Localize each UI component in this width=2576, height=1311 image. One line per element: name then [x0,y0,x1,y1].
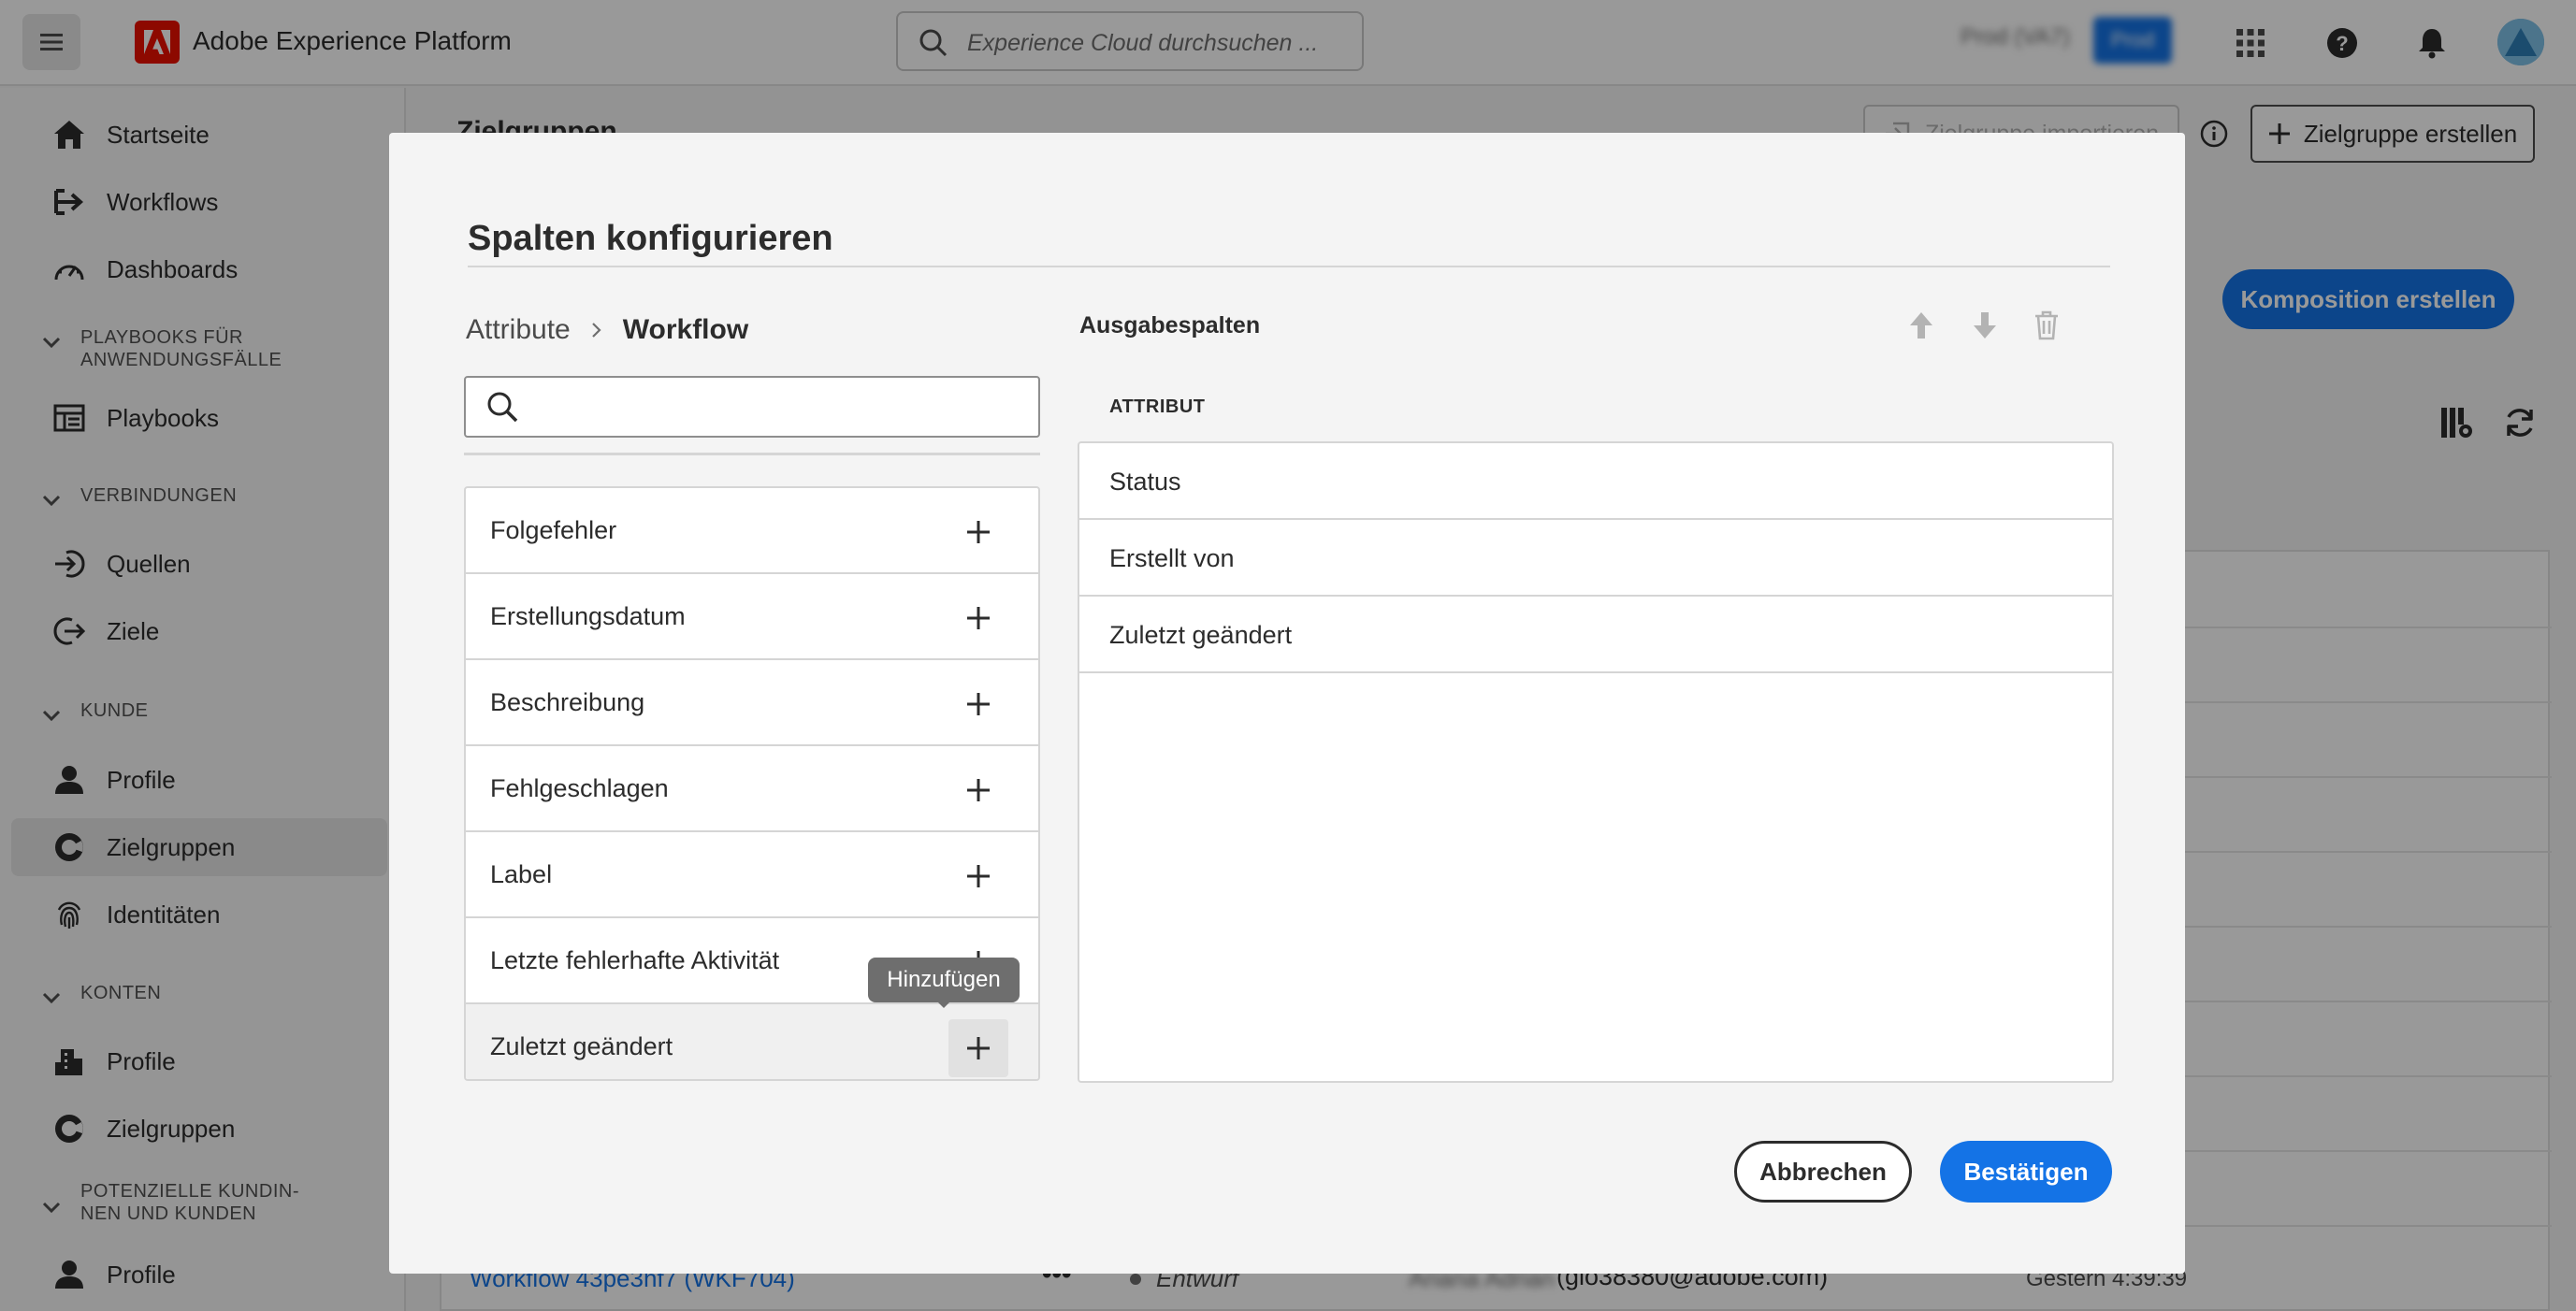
search-underline [464,453,1040,455]
add-attribute-button[interactable] [948,675,1008,733]
attribute-label: Folgefehler [490,516,617,544]
output-column-header: ATTRIBUT [1109,396,1206,417]
breadcrumb: Attribute Workflow [466,314,748,346]
confirm-button[interactable]: Bestätigen [1940,1141,2112,1203]
breadcrumb-attribute[interactable]: Attribute [466,314,571,346]
tooltip-arrow [936,1001,951,1008]
attribute-row[interactable]: Fehlgeschlagen [466,746,1038,832]
attribute-label: Fehlgeschlagen [490,774,669,802]
attribute-label: Zuletzt geändert [490,1032,673,1060]
output-column-row[interactable]: Zuletzt geändert [1079,597,2112,673]
chevron-right-icon [587,321,606,339]
configure-columns-dialog: Spalten konfigurieren Attribute Workflow… [389,133,2185,1274]
output-columns-title: Ausgabespalten [1079,312,1261,339]
move-up-icon[interactable] [1903,307,1940,344]
attribute-row[interactable]: Label [466,832,1038,918]
attribute-row[interactable]: Folgefehler [466,488,1038,574]
attribute-row[interactable]: Beschreibung [466,660,1038,746]
add-attribute-button[interactable] [948,761,1008,819]
plus-icon [967,779,990,801]
output-column-row[interactable]: Erstellt von [1079,520,2112,597]
move-down-icon[interactable] [1966,307,2004,344]
attribute-row[interactable]: Zuletzt geändert [466,1004,1038,1079]
breadcrumb-current: Workflow [622,314,749,345]
delete-icon[interactable] [2028,307,2065,344]
add-attribute-button[interactable] [948,1019,1008,1077]
add-tooltip: Hinzufügen [868,958,1020,1002]
output-columns-list: Status Erstellt von Zuletzt geändert [1078,441,2114,1083]
dialog-title: Spalten konfigurieren [468,219,833,258]
attribute-row[interactable]: Erstellungsdatum [466,574,1038,660]
dialog-divider [468,266,2110,267]
plus-icon [967,521,990,543]
attribute-label: Letzte fehlerhafte Aktivität [490,946,780,974]
attribute-label: Beschreibung [490,688,645,716]
output-column-label: Zuletzt geändert [1109,621,1293,649]
plus-icon [967,1037,990,1059]
output-column-row[interactable]: Status [1079,443,2112,520]
plus-icon [967,607,990,629]
attribute-search-input[interactable] [464,376,1040,438]
output-column-label: Status [1109,468,1181,496]
cancel-button[interactable]: Abbrechen [1734,1141,1912,1203]
plus-icon [967,693,990,715]
attribute-label: Label [490,860,553,888]
add-attribute-button[interactable] [948,847,1008,905]
output-column-label: Erstellt von [1109,544,1235,572]
search-icon [486,391,520,425]
plus-icon [967,865,990,887]
add-attribute-button[interactable] [948,503,1008,561]
attribute-label: Erstellungsdatum [490,602,686,630]
add-attribute-button[interactable] [948,589,1008,647]
